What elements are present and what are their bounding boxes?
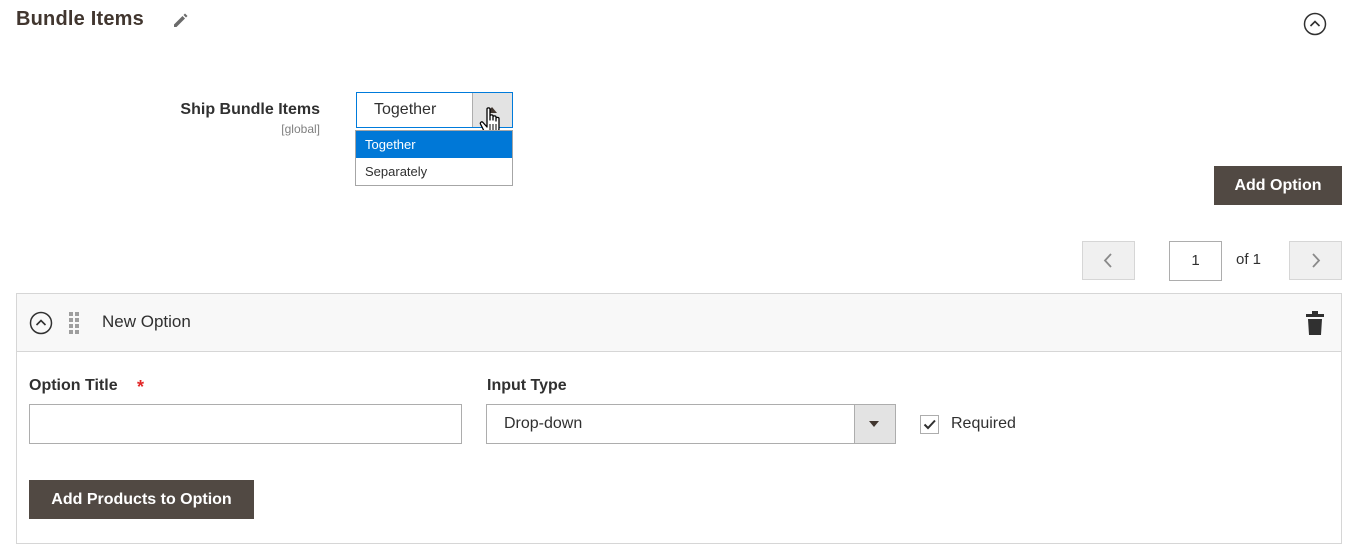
collapse-section-icon[interactable] [1303,12,1327,36]
next-page-button[interactable] [1289,241,1342,280]
add-products-to-option-button[interactable]: Add Products to Option [29,480,254,519]
chevron-down-icon [869,421,879,427]
ship-select-value: Together [374,101,437,118]
option-title-input[interactable] [29,404,462,444]
dropdown-option-together[interactable]: Together [356,131,512,158]
ship-bundle-items-label: Ship Bundle Items [180,101,320,118]
scope-label: [global] [281,122,320,136]
checkmark-icon [923,419,936,430]
section-title: Bundle Items [16,8,144,30]
input-type-select[interactable]: Drop-down [486,404,896,444]
collapse-option-icon[interactable] [29,311,53,335]
page-number-input[interactable]: 1 [1169,241,1222,281]
required-checkbox[interactable] [920,415,939,434]
drag-handle-icon[interactable] [67,312,81,334]
dropdown-option-separately[interactable]: Separately [356,158,512,185]
pencil-icon[interactable] [171,10,191,30]
option-header [17,294,1341,352]
input-type-label: Input Type [487,377,567,394]
required-label: Required [951,415,1016,432]
trash-icon[interactable] [1305,311,1325,335]
add-option-button[interactable]: Add Option [1214,166,1342,205]
input-type-toggle[interactable] [854,405,895,443]
input-type-value: Drop-down [504,415,583,432]
page-total-label: of 1 [1236,251,1262,268]
option-title-label: Option Title [29,377,118,394]
ship-options-dropdown: Together Separately [355,130,513,186]
chevron-right-icon [1312,253,1321,268]
option-name: New Option [102,312,191,331]
previous-page-button[interactable] [1082,241,1135,280]
chevron-left-icon [1103,253,1112,268]
required-asterisk: * [137,377,145,397]
